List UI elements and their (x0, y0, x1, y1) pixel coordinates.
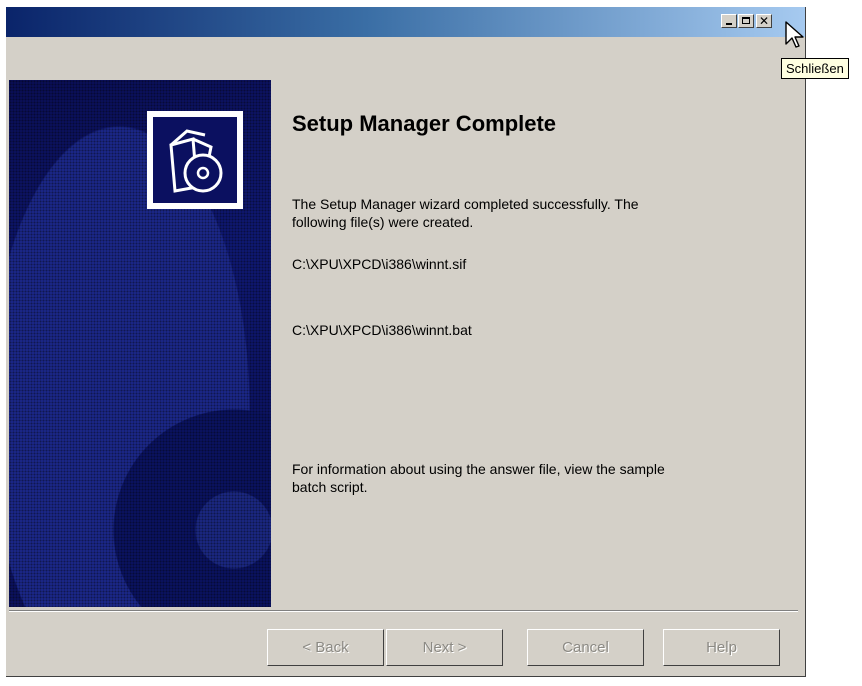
created-file-sif: C:\XPU\XPCD\i386\winnt.sif (292, 256, 467, 272)
cancel-button[interactable]: Cancel (527, 629, 644, 666)
info-message-line2: batch script. (292, 479, 368, 495)
setup-box-cd-icon (153, 117, 237, 203)
button-area-separator (9, 610, 798, 612)
close-tooltip: Schließen (781, 58, 849, 79)
help-button[interactable]: Help (663, 629, 780, 666)
maximize-icon (742, 17, 750, 24)
wizard-title: Setup Manager Complete (292, 111, 557, 136)
maximize-button[interactable] (738, 14, 754, 28)
title-bar[interactable]: ✕ (6, 7, 805, 37)
wizard-logo (147, 111, 243, 209)
minimize-icon (726, 23, 732, 25)
close-icon: ✕ (758, 14, 770, 28)
back-button[interactable]: < Back (267, 629, 384, 666)
mouse-pointer-icon (785, 21, 804, 48)
created-file-bat: C:\XPU\XPCD\i386\winnt.bat (292, 322, 472, 338)
completion-message-line1: The Setup Manager wizard completed succe… (292, 196, 639, 212)
info-message-line1: For information about using the answer f… (292, 461, 665, 477)
minimize-button[interactable] (721, 14, 737, 28)
close-button[interactable]: ✕ (756, 14, 772, 28)
next-button[interactable]: Next > (386, 629, 503, 666)
completion-message-line2: following file(s) were created. (292, 214, 474, 230)
